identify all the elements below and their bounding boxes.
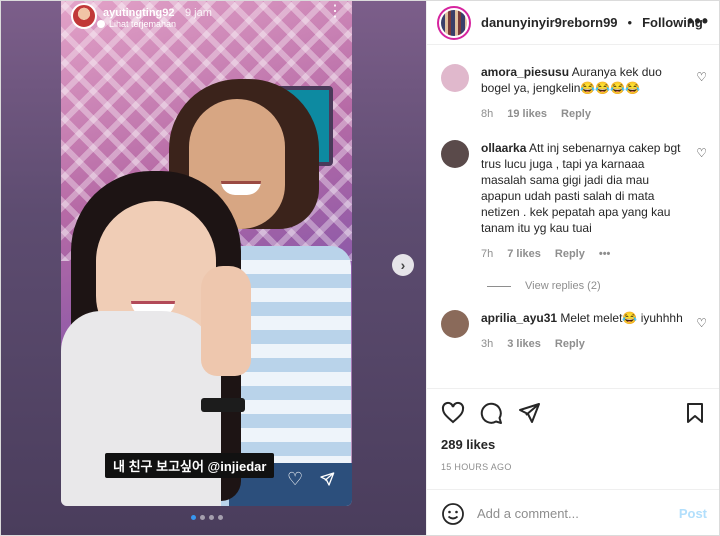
like-comment-icon[interactable]: ♡ (696, 146, 707, 160)
carousel-dots (191, 515, 223, 520)
wristwatch (201, 398, 245, 412)
commenter-avatar[interactable] (441, 140, 469, 168)
translate-icon (97, 20, 105, 28)
comment-likes[interactable]: 3 likes (507, 336, 541, 352)
comment-time[interactable]: 3h (481, 336, 493, 352)
header-separator: • (627, 15, 633, 30)
author-avatar[interactable] (437, 5, 471, 40)
like-icon[interactable] (441, 401, 465, 425)
like-comment-icon[interactable]: ♡ (696, 316, 707, 330)
media-panel: ♥ ♥ ayutingting92 9 jam Lihat terjemahan (1, 1, 426, 535)
comment-item: ollaarka Att inj sebenarnya cakep bgt tr… (441, 140, 707, 262)
reply-button[interactable]: Reply (555, 336, 585, 352)
replies-divider (487, 285, 511, 287)
comment-text: Melet melet😂 iyuhhhh (560, 311, 683, 325)
commenter-username[interactable]: aprilia_ayu31 (481, 311, 557, 325)
carousel-dot (209, 515, 214, 520)
post-side-panel: danunyinyir9reborn99 • Following ••• amo… (426, 1, 719, 535)
carousel-dot (200, 515, 205, 520)
post-button[interactable]: Post (679, 506, 707, 521)
comment-likes[interactable]: 19 likes (507, 106, 547, 122)
view-replies-label: View replies (2) (525, 280, 601, 292)
post-timestamp: 15 HOURS AGO (441, 462, 512, 472)
story-caption: 내 친구 보고싶어 @injiedar (105, 453, 275, 478)
post-dialog: ♥ ♥ ayutingting92 9 jam Lihat terjemahan (0, 0, 720, 536)
author-username[interactable]: danunyinyir9reborn99 (481, 15, 618, 30)
comment-time[interactable]: 7h (481, 246, 493, 262)
see-translation-link[interactable]: Lihat terjemahan (97, 19, 176, 29)
story-image: ♥ ♥ (61, 1, 352, 506)
commenter-username[interactable]: ollaarka (481, 141, 526, 155)
post-actions: 289 likes 15 HOURS AGO (427, 388, 719, 472)
smiley-icon[interactable] (441, 502, 465, 526)
like-comment-icon[interactable]: ♡ (696, 70, 707, 84)
commenter-avatar[interactable] (441, 64, 469, 92)
more-vertical-icon[interactable]: ⋮ (327, 4, 343, 20)
comment-likes[interactable]: 7 likes (507, 246, 541, 262)
see-translation-label: Lihat terjemahan (109, 19, 177, 29)
peace-sign-hand (201, 266, 251, 376)
add-comment-bar: Post (427, 489, 719, 535)
reply-button[interactable]: Reply (555, 246, 585, 262)
story-time: 9 jam (184, 7, 212, 19)
story-heart-icon: ♡ (287, 469, 304, 489)
view-replies-button[interactable]: View replies (2) (487, 280, 707, 292)
story-avatar[interactable] (71, 3, 97, 29)
comment-icon[interactable] (479, 401, 503, 425)
comment-time[interactable]: 8h (481, 106, 493, 122)
bookmark-icon[interactable] (683, 401, 707, 425)
comment-text: Att inj sebenarnya cakep bgt trus lucu j… (481, 141, 681, 235)
likes-count[interactable]: 289 likes (441, 437, 707, 452)
commenter-avatar[interactable] (441, 310, 469, 338)
post-header: danunyinyir9reborn99 • Following ••• (427, 1, 719, 45)
story-send-icon (320, 472, 335, 486)
comment-item: amora_piesusu Auranya kek duo bogel ya, … (441, 64, 707, 122)
comment-more-icon[interactable]: ••• (599, 246, 611, 262)
share-icon[interactable] (517, 401, 541, 425)
carousel-dot (218, 515, 223, 520)
next-slide-button[interactable]: › (392, 254, 414, 276)
more-options-icon[interactable]: ••• (687, 11, 709, 32)
comments-list: amora_piesusu Auranya kek duo bogel ya, … (427, 46, 719, 388)
story-username[interactable]: ayutingting92 (103, 7, 175, 19)
comment-input[interactable] (477, 506, 667, 521)
commenter-username[interactable]: amora_piesusu (481, 65, 569, 79)
comment-item: aprilia_ayu31 Melet melet😂 iyuhhhh 3h 3 … (441, 310, 707, 352)
reply-button[interactable]: Reply (561, 106, 591, 122)
carousel-dot (191, 515, 196, 520)
